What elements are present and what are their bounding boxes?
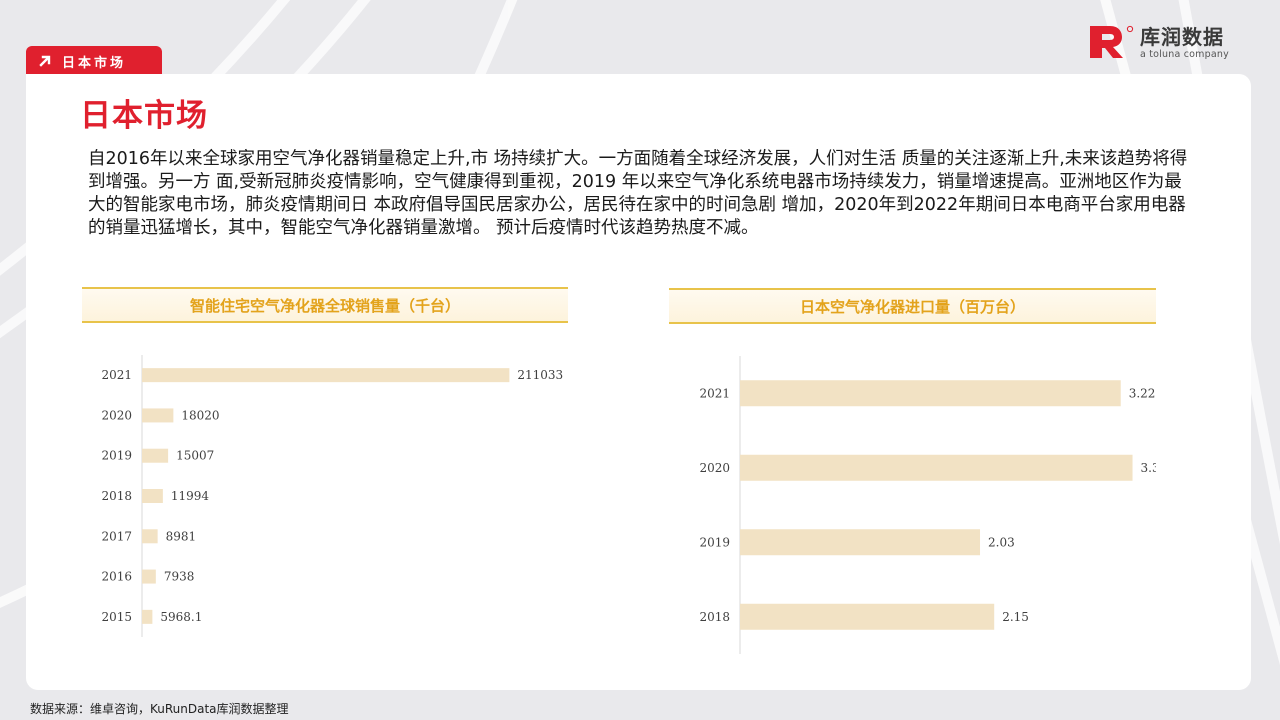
page-title: 日本市场	[80, 98, 208, 134]
chart-plot: 2021 3.22 2020 3.32 2019 2.03 2018 2.15	[699, 356, 1156, 654]
arrow-up-right-icon	[39, 55, 51, 67]
value-label: 18020	[181, 408, 219, 422]
category-label: 2020	[101, 408, 132, 422]
bar	[740, 380, 1121, 407]
value-label: 11994	[171, 489, 210, 503]
brand-subtitle: a toluna company	[1140, 49, 1229, 60]
bar	[142, 448, 169, 463]
value-label: 15007	[176, 449, 214, 463]
value-label: 211033	[517, 368, 563, 382]
chart-title: 日本空气净化器进口量（百万台）	[799, 297, 1025, 316]
category-label: 2021	[699, 386, 730, 400]
intro-paragraph: 自2016年以来全球家用空气净化器销量稳定上升,市 场持续扩大。一方面随着全球经…	[88, 149, 1188, 238]
category-label: 2021	[101, 368, 132, 382]
category-label: 2019	[699, 535, 730, 549]
japan-import-chart: 日本空气净化器进口量（百万台） 2021 3.22 2020 3.32 2019 2.03…	[669, 288, 1156, 668]
category-label: 2015	[101, 610, 132, 624]
bar	[142, 609, 153, 624]
value-label: 2.03	[988, 535, 1015, 549]
section-tag-label: 日本市场	[62, 55, 127, 71]
chart-title-bar: 日本空气净化器进口量（百万台）	[669, 288, 1156, 324]
category-label: 2020	[699, 461, 730, 475]
global-sales-chart: 智能住宅空气净化器全球销售量（千台） 2021 211033 2020 18020 20…	[82, 287, 568, 647]
value-label: 3.22	[1129, 386, 1156, 400]
category-label: 2016	[101, 570, 132, 584]
chart-plot: 2021 211033 2020 18020 2019 15007 2018 11994 201…	[101, 355, 563, 637]
brand-name: 库润数据	[1140, 25, 1224, 49]
category-label: 2018	[101, 489, 132, 503]
bar	[142, 408, 174, 423]
value-label: 3.32	[1141, 461, 1156, 475]
category-label: 2019	[101, 449, 132, 463]
bar	[740, 454, 1133, 481]
bar	[142, 569, 156, 584]
chart-title-bar: 智能住宅空气净化器全球销售量（千台）	[82, 287, 568, 323]
category-label: 2017	[101, 529, 132, 543]
bar	[142, 529, 158, 544]
kurun-logo-icon	[1090, 25, 1134, 58]
bar	[142, 368, 510, 383]
value-label: 8981	[166, 529, 197, 543]
section-tag: 日本市场	[26, 46, 162, 76]
category-label: 2018	[699, 610, 730, 624]
value-label: 2.15	[1002, 610, 1029, 624]
bar	[740, 603, 995, 630]
bar	[142, 489, 163, 503]
value-label: 7938	[164, 570, 195, 584]
source-note: 数据来源：维卓咨询，KuRunData库润数据整理	[30, 702, 289, 716]
chart-title: 智能住宅空气净化器全球销售量（千台）	[189, 296, 460, 315]
value-label: 5968.1	[160, 610, 202, 624]
brand-logo: 库润数据 a toluna company	[1088, 24, 1238, 64]
bar	[740, 529, 981, 556]
